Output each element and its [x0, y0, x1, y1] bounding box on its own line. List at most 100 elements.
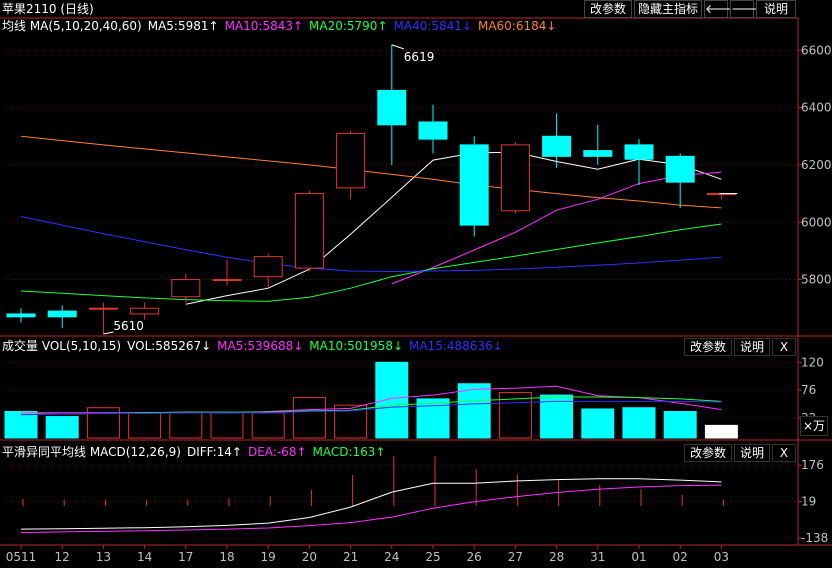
volume-legend-item: MA10:501958↓ [309, 339, 404, 353]
candle-body [665, 155, 695, 183]
x-tick-label: 25 [425, 550, 440, 564]
price-tick-label: 6200 [801, 158, 832, 172]
price-tick-label: 6000 [801, 215, 832, 229]
ma20-line [20, 223, 722, 302]
candle-body [542, 135, 572, 157]
candle-body [294, 193, 324, 269]
main-legend-item: 均线 MA(5,10,20,40,60) [2, 19, 142, 33]
candle-body [583, 150, 613, 157]
macd-tick-label: 19 [801, 495, 816, 509]
ma60-line [20, 135, 722, 209]
x-tick-label: 13 [96, 550, 111, 564]
volume-bar [128, 412, 162, 439]
x-tick-label: 12 [55, 550, 70, 564]
x-tick-label: 24 [384, 550, 399, 564]
price-tick-label: 5800 [801, 273, 832, 287]
x-tick-label: 0511 [6, 550, 37, 564]
candle-body [459, 144, 489, 226]
high-label: 6619 [404, 50, 435, 64]
macd-close-button[interactable]: X [772, 444, 796, 462]
x-tick-label: 17 [178, 550, 193, 564]
x-tick-label: 26 [467, 550, 482, 564]
x-tick-label: 28 [549, 550, 564, 564]
main-legend-item: MA40:5841↓ [393, 19, 472, 33]
ma5-line [185, 151, 722, 305]
volume-legend: 成交量 VOL(5,10,15) VOL:585267↓ MA5:539688↓ MA… [2, 337, 509, 355]
volume-modify-params-button[interactable]: 改参数 [684, 338, 732, 356]
ma40-line [20, 216, 722, 273]
x-tick-label: 14 [137, 550, 152, 564]
price-tick-label: 6600 [801, 43, 832, 57]
candle-body [624, 144, 654, 160]
macd-legend: 平滑异同平均线 MACD(12,26,9) DIFF:14↑ DEA:-68↑ MAC… [2, 443, 392, 461]
high-marker-line [391, 44, 404, 50]
candle-body [6, 313, 36, 318]
macd-tick-label: -138 [801, 531, 828, 545]
low-label: 5610 [113, 319, 144, 333]
volume-bar [210, 412, 244, 439]
volume-legend-item: MA5:539688↓ [217, 339, 304, 353]
chart-stage: 580060006200640066003276120-138191760511… [0, 0, 832, 565]
candle-body [253, 256, 283, 278]
volume-bar [4, 411, 38, 439]
volume-bar [704, 424, 738, 439]
macd-legend-item: MACD:163↑ [312, 445, 386, 459]
volume-bar [292, 397, 326, 439]
x-tick-label: 20 [302, 550, 317, 564]
x-tick-label: 31 [590, 550, 605, 564]
volume-unit-label: ×万 [800, 416, 828, 436]
x-tick-label: 03 [714, 550, 729, 564]
candle-body [47, 310, 77, 318]
low-marker-line [103, 331, 114, 335]
candle-body [500, 144, 530, 212]
candle-body [418, 121, 448, 140]
volume-bar [663, 411, 697, 439]
candle-body [88, 307, 118, 310]
volume-bar [581, 408, 615, 439]
candle-body [377, 89, 407, 126]
hide-main-indicator-button[interactable]: 隐藏主指标 [634, 0, 702, 18]
volume-bar [622, 407, 656, 439]
chart-canvas: 580060006200640066003276120-138191760511… [0, 17, 832, 564]
main-legend-item: MA20:5790↑ [309, 19, 388, 33]
x-tick-label: 01 [631, 550, 646, 564]
x-tick-label: 27 [508, 550, 523, 564]
volume-ma10-line [21, 396, 722, 415]
window-title: 苹果2110 (日线) [2, 2, 94, 16]
macd-help-button[interactable]: 说明 [734, 444, 770, 462]
volume-bar [416, 398, 450, 439]
x-tick-label: 18 [219, 550, 234, 564]
modify-params-button[interactable]: 改参数 [584, 0, 632, 18]
arrow-left-icon[interactable]: 🡐 [704, 0, 737, 18]
volume-tick-label: 76 [801, 383, 816, 397]
candle-body [336, 132, 366, 189]
macd-diff-line [20, 478, 722, 530]
volume-bar [169, 412, 203, 439]
volume-close-button[interactable]: X [772, 338, 796, 356]
help-button[interactable]: 说明 [756, 0, 796, 18]
volume-legend-item: 成交量 VOL(5,10,15) [2, 339, 122, 353]
x-tick-label: 19 [261, 550, 276, 564]
x-tick-label: 21 [343, 550, 358, 564]
main-legend-item: MA60:6184↓ [477, 19, 557, 33]
candle-body [130, 307, 160, 315]
macd-modify-params-button[interactable]: 改参数 [684, 444, 732, 462]
main-legend: 均线 MA(5,10,20,40,60) MA5:5981↑ MA10:5843↑ M… [2, 17, 562, 35]
price-tick-label: 6400 [801, 101, 832, 115]
volume-bar [45, 416, 79, 439]
main-legend-item: MA10:5843↑ [224, 19, 304, 33]
volume-bar [86, 407, 120, 439]
volume-bar [457, 383, 491, 439]
volume-legend-item: MA15:488636↓ [409, 339, 503, 353]
x-tick-label: 02 [673, 550, 688, 564]
macd-legend-item: DEA:-68↑ [247, 445, 307, 459]
volume-tick-label: 120 [801, 355, 824, 369]
macd-legend-item: DIFF:14↑ [186, 445, 242, 459]
volume-help-button[interactable]: 说明 [734, 338, 770, 356]
macd-tick-label: 176 [801, 458, 824, 472]
volume-bar [375, 361, 409, 439]
arrow-right-icon[interactable]: 🡒 [730, 0, 763, 18]
macd-dea-line [20, 484, 722, 534]
macd-legend-item: 平滑异同平均线 MACD(12,26,9) [2, 445, 181, 459]
candle-body [212, 279, 242, 282]
